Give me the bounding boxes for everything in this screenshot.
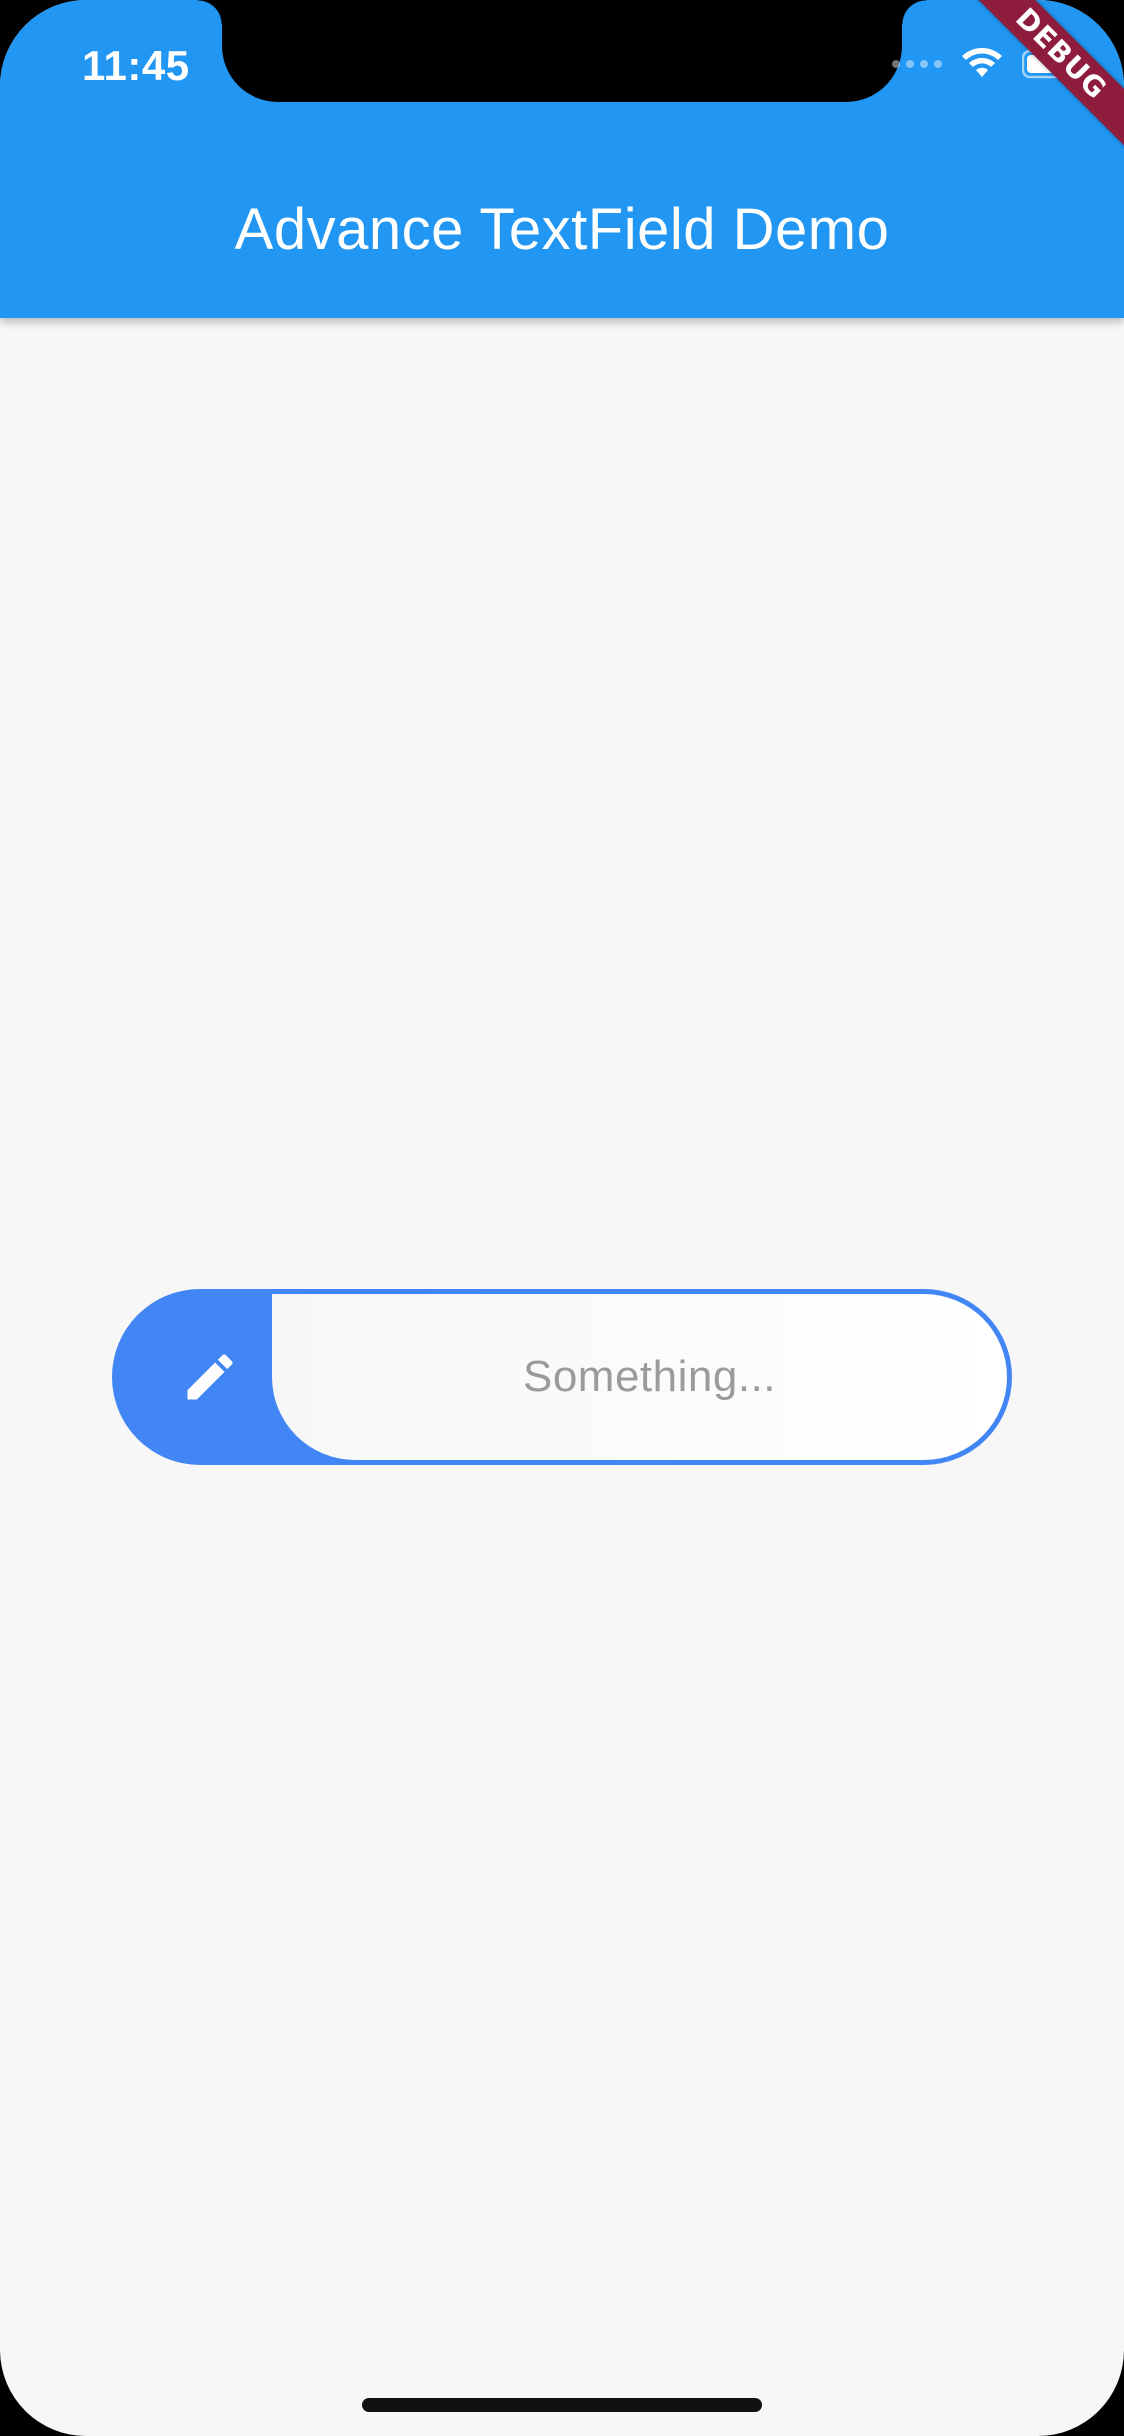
home-indicator[interactable] xyxy=(362,2398,762,2412)
device-notch xyxy=(198,0,926,102)
text-input-area[interactable]: Something... xyxy=(272,1294,1007,1460)
text-field-placeholder: Something... xyxy=(522,1352,777,1401)
debug-banner-label: DEBUG xyxy=(964,0,1124,157)
signal-dots-icon xyxy=(892,60,942,68)
debug-banner: DEBUG xyxy=(964,0,1124,160)
app-bar-title: Advance TextField Demo xyxy=(234,197,890,262)
app-screen: Advance TextField Demo 11:45 DEBUG Somet… xyxy=(0,0,1124,2436)
advance-text-field[interactable]: Something... xyxy=(112,1289,1012,1465)
status-time: 11:45 xyxy=(82,42,190,89)
pencil-icon[interactable] xyxy=(180,1347,240,1407)
